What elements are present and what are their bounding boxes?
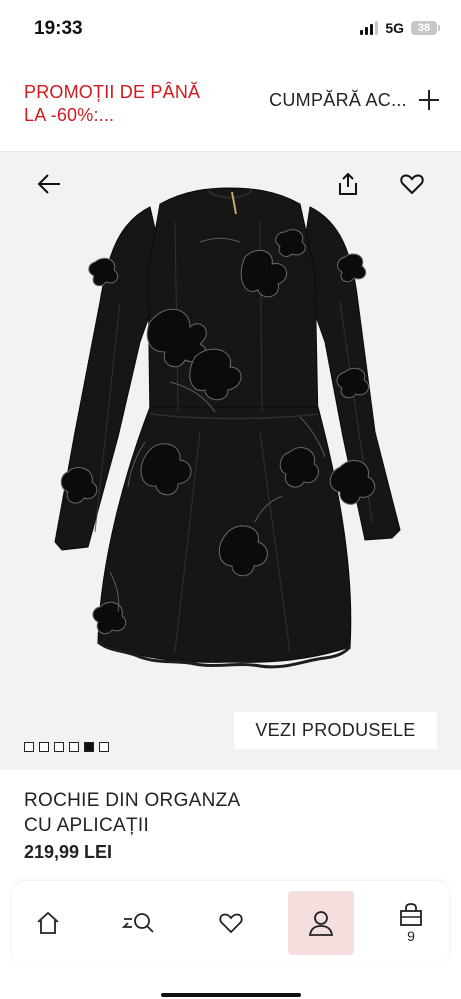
nav-bag-button[interactable]: 9 [378,891,444,955]
pagination-dot[interactable] [54,742,64,752]
home-indicator [0,993,461,999]
status-bar: 19:33 5G 38 [0,0,461,56]
nav-search-button[interactable] [106,891,172,955]
battery-level: 38 [417,22,431,34]
share-button[interactable] [330,166,366,202]
shop-now-label: CUMPĂRĂ AC... [269,89,407,110]
pagination-dot[interactable] [24,742,34,752]
product-image-gallery[interactable]: VEZI PRODUSELE [0,152,461,770]
share-icon [339,172,357,195]
product-name-line2: CU APLICAȚII [24,815,150,836]
arrow-left-icon [37,174,60,194]
promo-link[interactable]: PROMOȚII DE PÂNĂ LA -60%:... [24,81,214,127]
bag-count: 9 [407,928,415,944]
nav-account-button[interactable] [288,891,354,955]
promo-banner: PROMOȚII DE PÂNĂ LA -60%:... CUMPĂRĂ AC.… [0,60,461,152]
shop-now-button[interactable]: CUMPĂRĂ AC... [269,88,441,112]
product-info: ROCHIE DIN ORGANZA CU APLICAȚII 219,99 L… [24,788,434,863]
product-price: 219,99 LEI [24,842,113,862]
search-icon [122,913,154,933]
product-name: ROCHIE DIN ORGANZA CU APLICAȚII [24,788,434,838]
network-type: 5G [385,20,404,36]
product-image [54,187,401,669]
plus-icon [419,90,439,110]
shopping-bag-icon [400,903,422,926]
image-pagination [24,742,109,752]
nav-home-button[interactable] [15,891,81,955]
battery-icon: 38 [411,21,440,35]
heart-icon [400,174,424,195]
view-products-button[interactable]: VEZI PRODUSELE [234,712,437,749]
favorite-button[interactable] [394,166,430,202]
status-time: 19:33 [34,18,83,39]
status-indicators: 5G 38 [360,20,440,36]
back-button[interactable] [31,166,67,202]
user-icon [308,911,334,936]
signal-icon [360,21,379,35]
pagination-dot-active[interactable] [84,742,94,752]
pagination-dot[interactable] [39,742,49,752]
nav-favorites-button[interactable] [198,891,264,955]
pagination-dot[interactable] [99,742,109,752]
pagination-dot[interactable] [69,742,79,752]
bottom-navigation: 9 [12,881,449,965]
product-name-line1: ROCHIE DIN ORGANZA [24,790,241,811]
heart-icon [219,913,243,934]
home-icon [37,911,59,934]
